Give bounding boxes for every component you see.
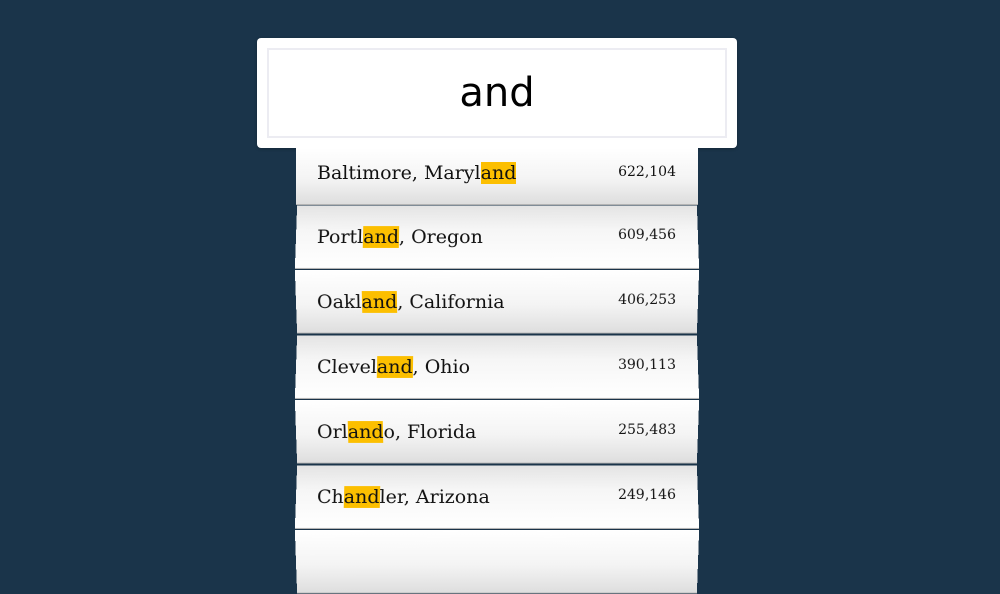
list-item[interactable]: Chandler, Arizona 249,146	[294, 465, 700, 529]
population: 249,146	[617, 487, 677, 503]
list-item[interactable]	[294, 530, 700, 594]
match-highlight: and	[362, 226, 400, 248]
population: 406,253	[617, 292, 677, 308]
match-highlight: and	[480, 162, 517, 184]
population: 609,456	[617, 227, 677, 243]
city-name: Oakland, California	[316, 291, 505, 313]
city-name: Baltimore, Maryland	[317, 162, 517, 184]
city-name: Orlando, Florida	[316, 421, 477, 443]
city-name: Portland, Oregon	[316, 226, 483, 248]
search-input[interactable]	[267, 48, 727, 138]
population: 622,104	[618, 164, 676, 180]
match-highlight: and	[376, 356, 413, 378]
search-card	[257, 38, 737, 148]
list-item[interactable]: Orlando, Florida 255,483	[294, 400, 700, 464]
population: 390,113	[617, 357, 677, 373]
city-name: Chandler, Arizona	[316, 486, 490, 508]
list-item[interactable]: Baltimore, Maryland 622,104	[296, 148, 698, 205]
list-item[interactable]: Oakland, California 406,253	[294, 270, 700, 334]
list-item[interactable]: Cleveland, Ohio 390,113	[294, 335, 700, 399]
list-item[interactable]: Portland, Oregon 609,456	[294, 205, 700, 269]
match-highlight: and	[361, 291, 398, 313]
match-highlight: and	[343, 486, 380, 508]
population: 255,483	[617, 422, 677, 438]
match-highlight: and	[347, 421, 384, 443]
results-list: Baltimore, Maryland 622,104 Portland, Or…	[0, 148, 1000, 594]
city-name: Cleveland, Ohio	[316, 356, 471, 378]
